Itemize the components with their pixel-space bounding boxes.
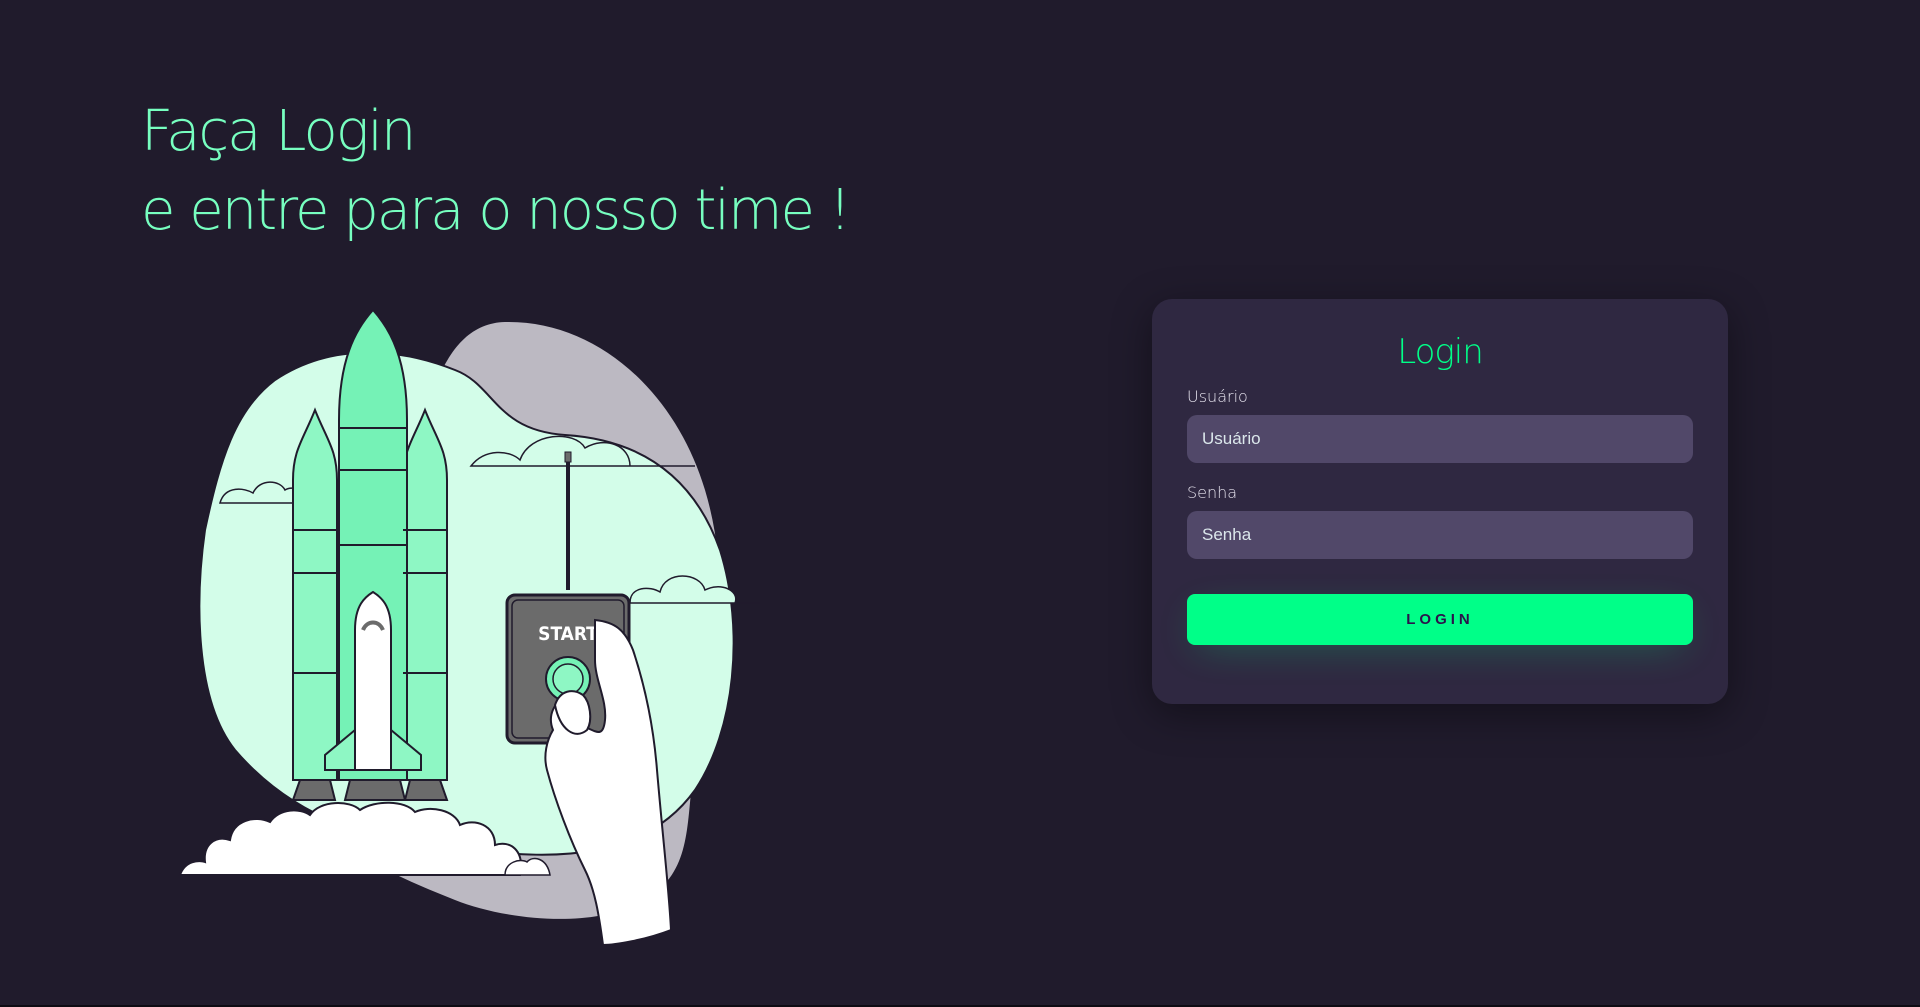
engines (291, 779, 449, 801)
antenna-tip (564, 451, 572, 463)
page-headline: Faça Login e entre para o nosso time ! (141, 92, 851, 250)
username-label: Usuário (1187, 387, 1248, 406)
left-booster (292, 407, 338, 781)
headline-line-1: Faça Login (141, 99, 416, 164)
right-booster (402, 407, 448, 781)
shuttle (354, 590, 392, 771)
start-button-inner (552, 663, 584, 695)
login-title: Login (1397, 332, 1484, 372)
login-card: Login Usuário Senha LOGIN (1152, 299, 1728, 704)
username-input[interactable] (1187, 415, 1693, 463)
password-input[interactable] (1187, 511, 1693, 559)
rocket-launch-illustration: START (178, 308, 760, 947)
start-label: START (538, 623, 598, 645)
password-label: Senha (1187, 483, 1238, 502)
headline-line-2: e entre para o nosso time ! (141, 178, 851, 243)
login-button[interactable]: LOGIN (1187, 594, 1693, 645)
